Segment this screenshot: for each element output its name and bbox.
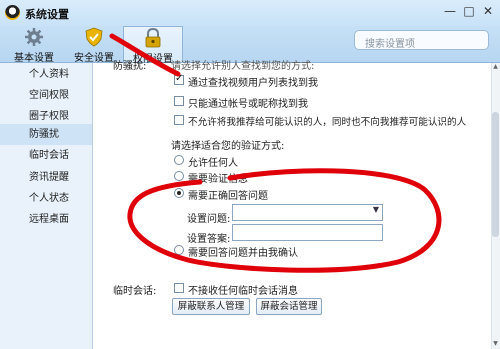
title-bar <box>0 0 500 26</box>
answer-label: 设置答案: <box>187 234 231 245</box>
find-option-checkbox-2[interactable] <box>174 96 184 106</box>
temp-session-label: 临时会话: <box>113 286 157 297</box>
question-select[interactable]: ▼ <box>232 204 383 221</box>
verify-label-verification-message: 需要验证信息 <box>188 174 248 185</box>
find-header: 请选择允许别人查找到您的方式: <box>171 61 315 72</box>
temp-session-checkbox[interactable] <box>174 283 184 293</box>
find-option-checkbox-1[interactable] <box>174 73 184 85</box>
question-label: 设置问题: <box>187 214 231 225</box>
answer-input[interactable] <box>232 224 383 241</box>
tab-label: 基本设置 <box>14 53 54 64</box>
sidebar-item-remote-desktop[interactable]: 远程桌面 <box>0 209 92 230</box>
verify-radio-answer-and-confirm[interactable] <box>174 245 184 255</box>
scrollbar-thumb[interactable] <box>492 112 499 237</box>
verify-label-answer-question: 需要正确回答问题 <box>188 191 268 202</box>
sidebar-item-anti-harassment[interactable]: 防骚扰 <box>0 124 92 145</box>
gear-icon <box>25 28 43 46</box>
sidebar-item-personal-status[interactable]: 个人状态 <box>0 188 92 209</box>
sidebar-item-profile[interactable]: 个人资料 <box>0 64 92 85</box>
lock-icon <box>145 28 161 48</box>
verify-radio-answer-question[interactable] <box>174 188 184 198</box>
sidebar-item-space-permissions[interactable]: 空间权限 <box>0 85 92 106</box>
find-option-label-2: 只能通过帐号或昵称找到我 <box>188 99 308 110</box>
sidebar-item-news-reminder[interactable]: 资讯提醒 <box>0 167 92 188</box>
block-contacts-button[interactable]: 屏蔽联系人管理 <box>172 298 250 315</box>
sidebar-item-temp-session[interactable]: 临时会话 <box>0 145 92 166</box>
chevron-down-icon: ▼ <box>372 205 379 214</box>
verify-label-anyone: 允许任何人 <box>188 158 238 169</box>
scroll-down-arrow-icon[interactable]: ▼ <box>491 340 500 348</box>
verify-label-answer-and-confirm: 需要回答问题并由我确认 <box>188 248 298 259</box>
search-placeholder: 搜索设置项 <box>365 39 415 50</box>
shield-icon <box>85 27 103 47</box>
block-sessions-button[interactable]: 屏蔽会话管理 <box>256 298 322 315</box>
window-title: 系统设置 <box>25 8 69 21</box>
maximize-button[interactable]: □ <box>462 4 476 18</box>
minimize-button[interactable]: — <box>443 4 457 18</box>
temp-session-option-label: 不接收任何临时会话消息 <box>188 286 298 297</box>
verify-radio-verification-message[interactable] <box>174 171 184 181</box>
tab-basic-settings[interactable]: 基本设置 <box>4 26 64 64</box>
section-label-anti-harassment: 防骚扰: <box>113 61 147 72</box>
scroll-up-arrow-icon[interactable]: ▲ <box>491 63 500 71</box>
find-option-checkbox-3[interactable] <box>174 115 184 125</box>
find-option-label-3: 不允许将我推荐给可能认识的人，同时也不向我推荐可能认识的人 <box>188 117 467 128</box>
close-button[interactable]: ✕ <box>481 4 495 18</box>
verify-header: 请选择适合您的验证方式: <box>171 141 285 152</box>
verify-radio-anyone[interactable] <box>174 155 184 165</box>
search-input[interactable]: 搜索设置项 <box>354 30 489 50</box>
find-option-label-1: 通过查找视频用户列表找到我 <box>188 78 318 89</box>
app-logo-icon <box>5 5 20 20</box>
